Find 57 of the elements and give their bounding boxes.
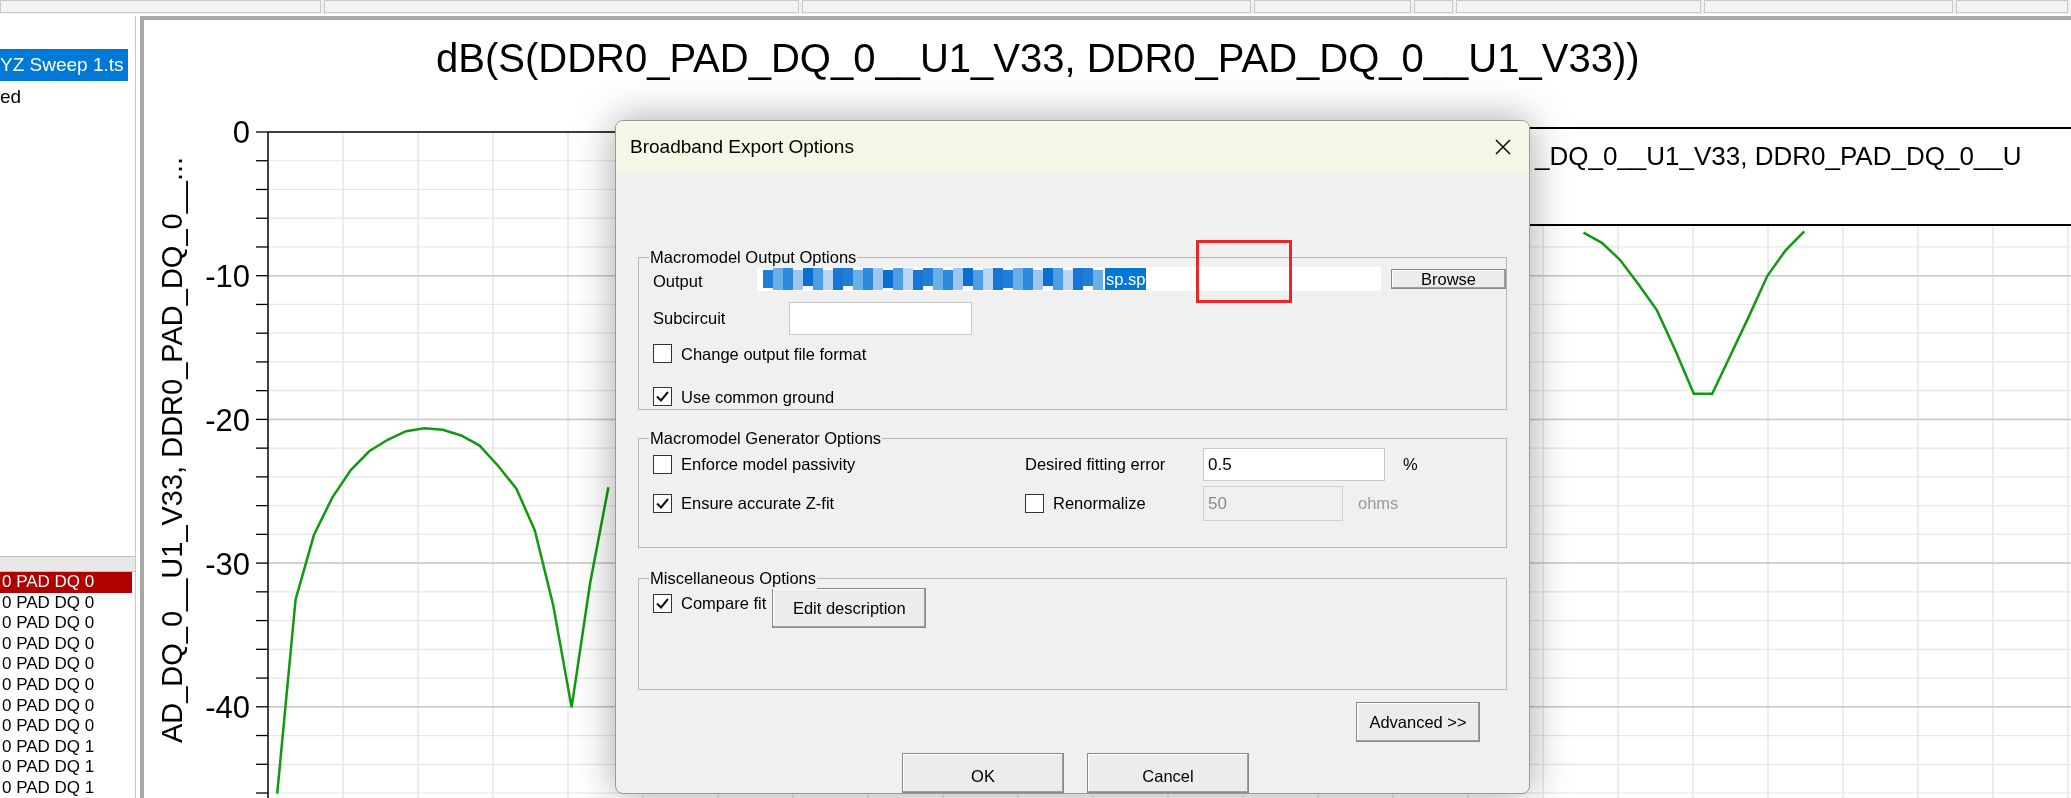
- tab-button[interactable]: [1456, 0, 1702, 13]
- net-list-item[interactable]: 0 PAD DQ 1: [0, 736, 132, 758]
- unit-label: ohms: [1358, 492, 1399, 514]
- tab-button[interactable]: [1254, 0, 1411, 13]
- button[interactable]: Browse: [1391, 268, 1506, 289]
- chart-title: dB(S(DDR0_PAD_DQ_0__U1_V33, DDR0_PAD_DQ_0__U1_V33)): [436, 36, 1640, 80]
- button[interactable]: Cancel: [1087, 753, 1249, 793]
- tick-label: 0: [232, 115, 250, 150]
- dialog-title: Broadband Export Options: [630, 135, 855, 160]
- output-field[interactable]: sp.sp: [756, 266, 1382, 291]
- tab-button[interactable]: [0, 0, 322, 13]
- checkbox-label: Compare fit: [681, 593, 767, 615]
- tree-item[interactable]: ed: [0, 81, 26, 113]
- checkbox[interactable]: [653, 493, 672, 513]
- checkbox-label: Enforce model passivity: [681, 453, 856, 475]
- checkbox[interactable]: [653, 593, 672, 613]
- fitting-error-field[interactable]: 0.5: [1203, 447, 1385, 481]
- checkbox[interactable]: [653, 454, 672, 474]
- button[interactable]: Edit description: [772, 588, 927, 629]
- unit-label: %: [1403, 453, 1418, 475]
- field-value: sp.sp: [1104, 267, 1147, 290]
- net-list-item[interactable]: 0 PAD DQ 0: [0, 716, 132, 737]
- checkbox-label: Use common ground: [681, 386, 835, 408]
- field-label: Subcircuit: [653, 308, 727, 329]
- tick-label: -10: [205, 258, 250, 294]
- button[interactable]: Advanced >>: [1356, 702, 1480, 742]
- checkbox[interactable]: [653, 344, 672, 364]
- close-icon: [1494, 138, 1512, 157]
- field-label: Desired fitting error: [1025, 453, 1167, 475]
- tab-button[interactable]: [1413, 0, 1454, 13]
- net-list-item[interactable]: 0 PAD DQ 0: [0, 674, 132, 696]
- legend-label: _DQ_0__U1_V33, DDR0_PAD_DQ_0__U: [1535, 141, 2022, 171]
- net-list-item[interactable]: 0 PAD DQ 0: [0, 654, 132, 675]
- net-list-item[interactable]: 0 PAD DQ 0: [0, 633, 132, 655]
- net-list-item[interactable]: 0 PAD DQ 0: [0, 613, 132, 634]
- net-list-item[interactable]: 0 PAD DQ 0: [0, 592, 132, 614]
- tree-item[interactable]: YZ Sweep 1.ts: [0, 49, 128, 81]
- checkbox[interactable]: [653, 387, 672, 407]
- tab-button[interactable]: [1956, 0, 2068, 13]
- tab-button[interactable]: [1704, 0, 1954, 13]
- field-label: Output: [653, 270, 704, 292]
- tab-button[interactable]: [324, 0, 799, 13]
- tick-label: -40: [205, 690, 250, 726]
- splitter-bar[interactable]: [0, 556, 135, 572]
- axis-label: AD_DQ_0__U1_V33, DDR0_PAD_DQ_0__...: [155, 156, 189, 744]
- net-list-item[interactable]: 0 PAD DQ 1: [0, 757, 132, 778]
- net-list-item[interactable]: 0 PAD DQ 0: [0, 572, 132, 593]
- button[interactable]: OK: [902, 753, 1064, 793]
- tick-label: -30: [205, 546, 250, 582]
- checkbox-label: Change output file format: [681, 343, 867, 365]
- net-list-item[interactable]: 0 PAD DQ 1: [0, 777, 132, 798]
- net-list-item[interactable]: 0 PAD DQ 0: [0, 695, 132, 717]
- tick-label: -20: [205, 402, 250, 438]
- tab-button[interactable]: [801, 0, 1252, 13]
- checkbox-label: Ensure accurate Z-fit: [681, 492, 835, 514]
- subcircuit-field[interactable]: [789, 301, 972, 335]
- checkbox-label: Renormalize: [1053, 492, 1146, 514]
